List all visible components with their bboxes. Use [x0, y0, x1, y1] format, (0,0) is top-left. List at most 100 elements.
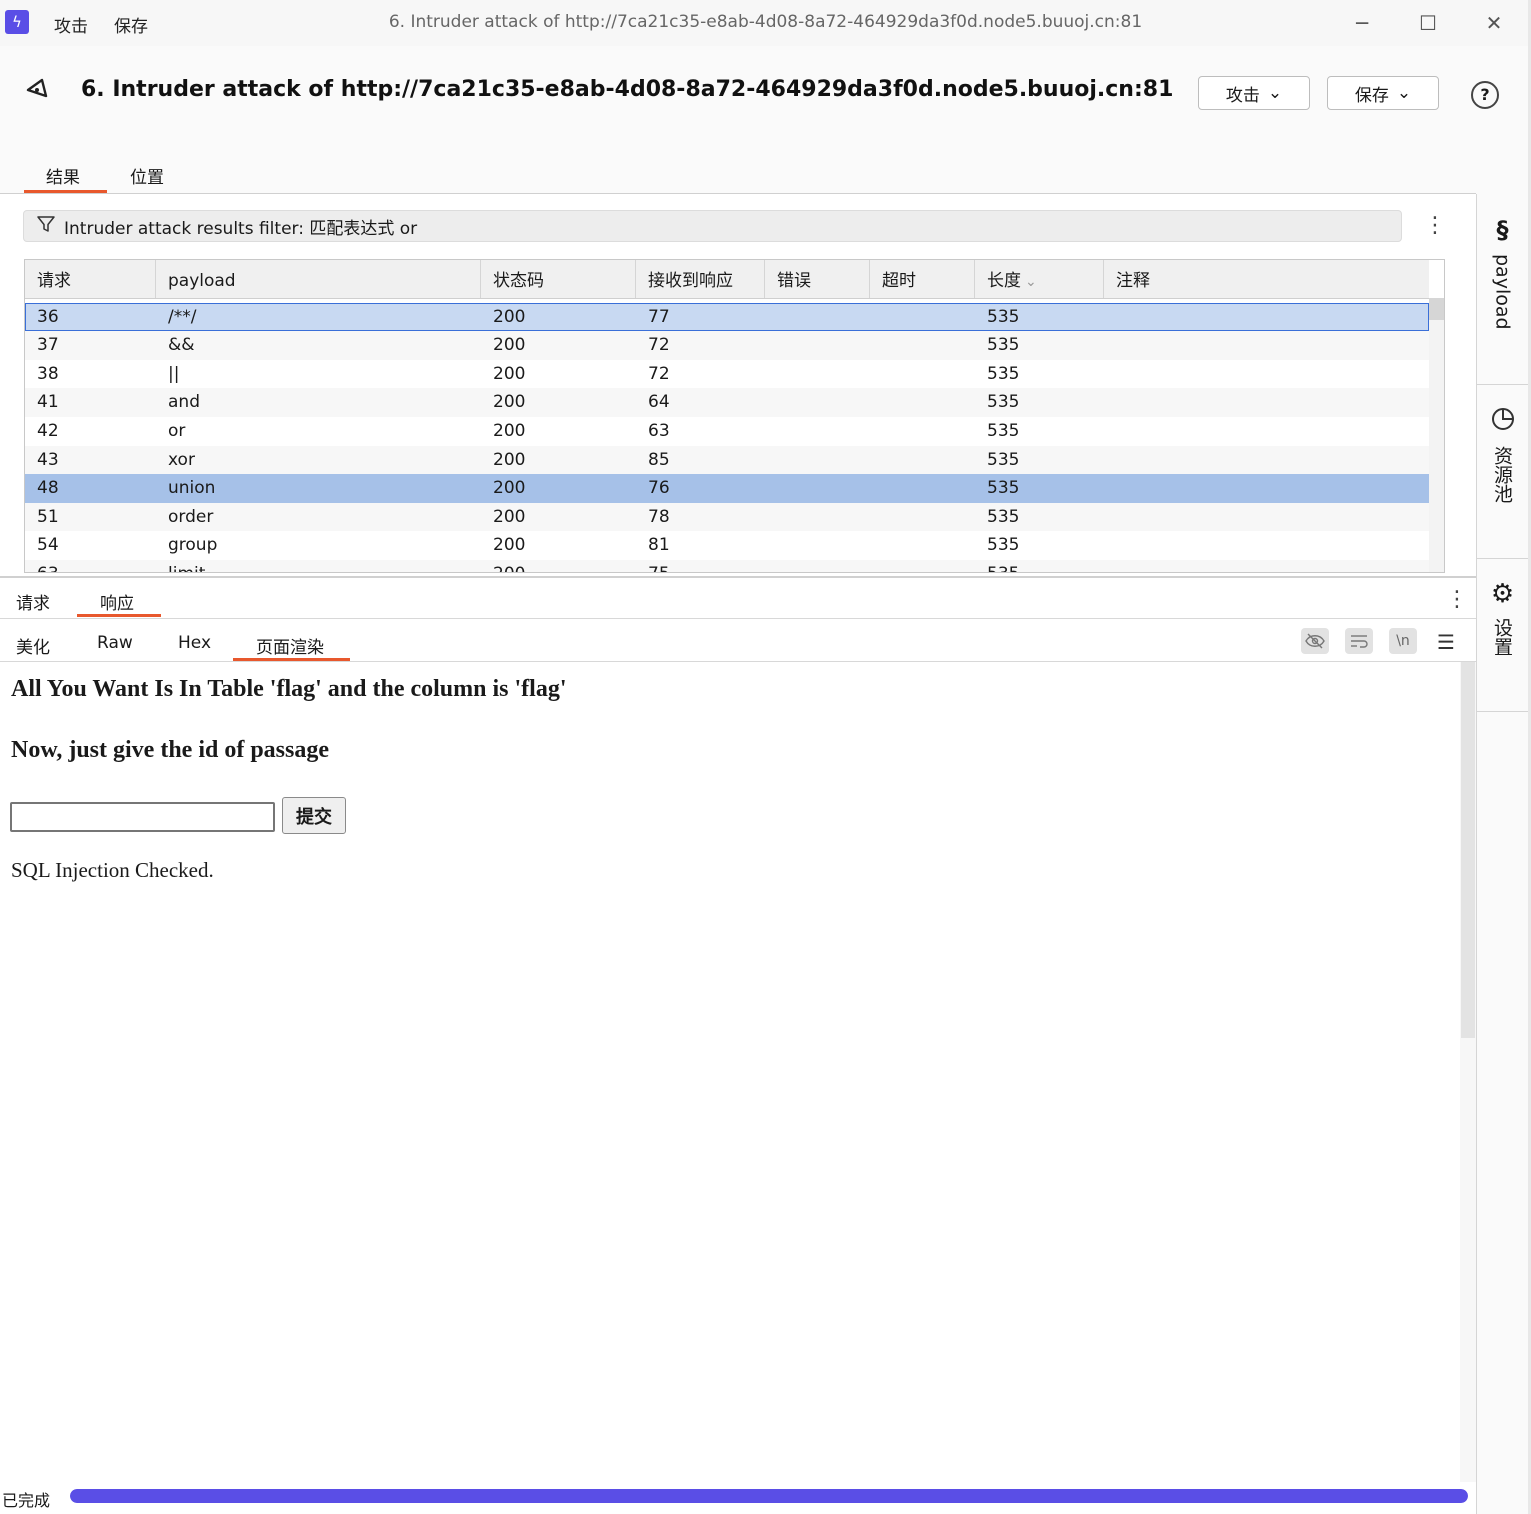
col-payload[interactable]: payload: [156, 260, 481, 298]
cell-req: 51: [37, 506, 59, 527]
cell-status: 200: [493, 478, 526, 499]
divider: [1477, 384, 1528, 385]
header: [0, 46, 1528, 194]
table-row[interactable]: 51 order 200 78 535: [25, 502, 1429, 532]
cell-len: 535: [987, 449, 1020, 470]
sidebar-item-resource-pool[interactable]: 资源池: [1477, 406, 1528, 503]
show-newlines-icon[interactable]: \n: [1389, 628, 1417, 654]
word-wrap-icon[interactable]: [1345, 628, 1373, 654]
tab-render[interactable]: 页面渲染: [256, 633, 324, 658]
cell-status: 200: [493, 335, 526, 356]
attack-button[interactable]: 攻击 ⌄: [1198, 76, 1310, 110]
col-timeout[interactable]: 超时: [870, 260, 975, 298]
cell-recv: 81: [648, 535, 670, 556]
cell-status: 200: [493, 449, 526, 470]
cell-len: 535: [987, 420, 1020, 441]
table-row[interactable]: 48 union 200 76 535: [25, 474, 1429, 503]
payload-icon: §: [1496, 216, 1509, 244]
hide-nonprintable-icon[interactable]: [1301, 628, 1329, 654]
cell-payload: or: [168, 420, 186, 441]
cell-len: 535: [987, 478, 1020, 499]
col-status[interactable]: 状态码: [481, 260, 636, 298]
cell-req: 41: [37, 392, 59, 413]
results-table: 请求 payload 状态码 接收到响应 错误 超时 长度 ⌄ 注释 36 /**/…: [24, 259, 1445, 573]
filter-icon: [36, 214, 56, 239]
sidebar-item-label: payload: [1491, 254, 1514, 330]
maximize-icon[interactable]: ☐: [1413, 8, 1443, 38]
sidebar-item-settings[interactable]: ⚙ 设置: [1477, 580, 1528, 656]
sidebar-item-payload[interactable]: § payload: [1477, 216, 1528, 330]
table-header: 请求 payload 状态码 接收到响应 错误 超时 长度 ⌄ 注释: [25, 260, 1429, 299]
cell-payload: &&: [168, 335, 195, 356]
table-scrollbar-thumb[interactable]: [1429, 298, 1444, 320]
table-row[interactable]: 43 xor 200 85 535: [25, 445, 1429, 475]
save-button-label: 保存: [1354, 85, 1389, 106]
more-options-icon[interactable]: ⋮: [1424, 215, 1446, 237]
tab-raw[interactable]: Raw: [97, 633, 133, 653]
gear-icon: ⚙: [1490, 579, 1515, 609]
cell-len: 535: [987, 506, 1020, 527]
cell-req: 63: [25, 560, 156, 572]
close-icon[interactable]: ✕: [1479, 8, 1509, 38]
col-comment[interactable]: 注释: [1104, 260, 1429, 298]
table-row[interactable]: 42 or 200 63 535: [25, 417, 1429, 446]
right-sidebar: [1476, 194, 1529, 1514]
cell-req: 38: [37, 363, 59, 384]
cell-req: 43: [37, 449, 59, 470]
help-icon[interactable]: ?: [1471, 81, 1499, 109]
table-row[interactable]: 63limit20075 535: [25, 559, 1429, 572]
cell-recv: 63: [648, 420, 670, 441]
col-length-label: 长度: [987, 271, 1021, 291]
view-scrollbar-thumb[interactable]: [1461, 662, 1475, 1038]
cell-req: 54: [37, 535, 59, 556]
col-response-received[interactable]: 接收到响应: [636, 260, 765, 298]
tab-request[interactable]: 请求: [16, 589, 50, 614]
tab-results[interactable]: 结果: [46, 163, 80, 188]
filter-text: Intruder attack results filter: 匹配表达式 or: [64, 218, 418, 239]
cell-payload: limit: [156, 560, 481, 572]
minimize-icon[interactable]: ─: [1347, 8, 1377, 38]
cell-payload: xor: [168, 449, 195, 470]
table-row[interactable]: 41 and 200 64 535: [25, 388, 1429, 417]
tab-hex[interactable]: Hex: [178, 633, 211, 653]
table-row[interactable]: 54 group 200 81 535: [25, 531, 1429, 560]
tab-pretty[interactable]: 美化: [16, 633, 50, 658]
table-row[interactable]: 36 /**/ 200 77 535: [25, 302, 1429, 332]
tab-positions[interactable]: 位置: [130, 163, 164, 188]
cell-payload: union: [168, 478, 216, 499]
table-row[interactable]: 38 || 200 72 535: [25, 360, 1429, 389]
chevron-down-icon: ⌄: [1267, 83, 1283, 103]
rendered-id-input[interactable]: [10, 802, 275, 832]
cell-payload: order: [168, 506, 214, 527]
table-row[interactable]: 37 && 200 72 535: [25, 331, 1429, 360]
divider: [0, 193, 1476, 194]
cell-status: 200: [493, 363, 526, 384]
sidebar-item-label: 资源池: [1491, 446, 1513, 503]
cell-req: 48: [37, 478, 59, 499]
cell-req: 37: [37, 335, 59, 356]
sort-desc-icon: ⌄: [1025, 274, 1037, 290]
cell-recv: 72: [648, 363, 670, 384]
col-length[interactable]: 长度 ⌄: [975, 260, 1104, 298]
cell-status: 200: [481, 560, 636, 572]
attack-progress-fill: [70, 1489, 1468, 1503]
divider: [1477, 558, 1528, 559]
more-options-icon[interactable]: ⋮: [1446, 589, 1468, 611]
divider: [0, 618, 1476, 619]
cell-recv: 77: [648, 306, 670, 327]
save-button[interactable]: 保存 ⌄: [1327, 76, 1439, 110]
window-title: 6. Intruder attack of http://7ca21c35-e8…: [388, 12, 1143, 32]
cell-payload: and: [168, 392, 200, 413]
cell-status: 200: [493, 506, 526, 527]
hamburger-menu-icon[interactable]: ☰: [1437, 630, 1455, 654]
cell-recv: 72: [648, 335, 670, 356]
cell-len: 535: [987, 335, 1020, 356]
split-divider[interactable]: [0, 576, 1476, 578]
divider: [1477, 711, 1528, 712]
rendered-submit-button[interactable]: 提交: [282, 797, 346, 834]
col-request[interactable]: 请求: [25, 260, 156, 298]
results-filter[interactable]: Intruder attack results filter: 匹配表达式 or: [23, 210, 1402, 242]
tab-response[interactable]: 响应: [100, 589, 134, 614]
table-scrollbar[interactable]: [1429, 298, 1444, 572]
col-error[interactable]: 错误: [765, 260, 870, 298]
